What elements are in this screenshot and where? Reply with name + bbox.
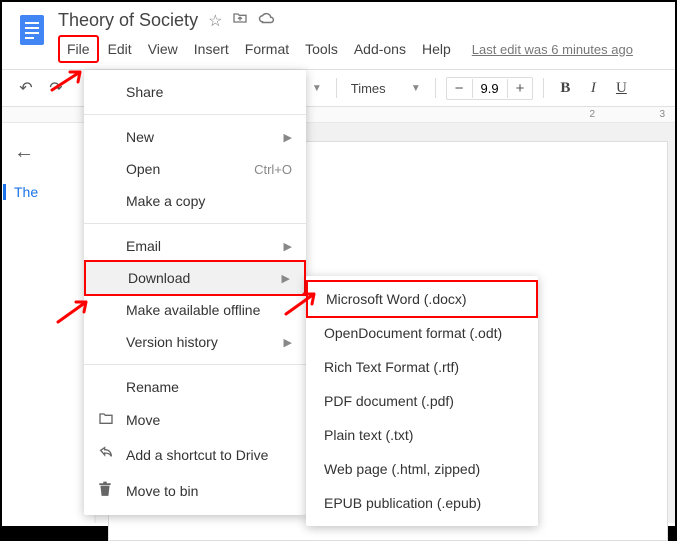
font-size-decrease[interactable]: − <box>447 78 472 99</box>
menu-divider <box>84 364 306 365</box>
menu-download[interactable]: Download▶ <box>84 260 306 296</box>
menu-divider <box>84 114 306 115</box>
annotation-arrow-icon <box>56 298 92 324</box>
download-rtf[interactable]: Rich Text Format (.rtf) <box>306 350 538 384</box>
download-epub[interactable]: EPUB publication (.epub) <box>306 486 538 520</box>
menu-divider <box>84 223 306 224</box>
menu-add-shortcut[interactable]: Add a shortcut to Drive <box>84 437 306 473</box>
google-docs-app: Theory of Society ☆ File Edit View Inser… <box>2 2 675 526</box>
download-pdf[interactable]: PDF document (.pdf) <box>306 384 538 418</box>
annotation-arrow-icon <box>284 290 320 316</box>
menubar: File Edit View Insert Format Tools Add-o… <box>58 35 663 63</box>
docs-logo-icon[interactable] <box>14 12 50 48</box>
title-row: Theory of Society ☆ <box>58 10 663 31</box>
file-dropdown-menu: Share New▶ OpenCtrl+O Make a copy Email▶… <box>84 70 306 515</box>
document-title[interactable]: Theory of Society <box>58 10 198 31</box>
menu-move[interactable]: Move <box>84 403 306 437</box>
menu-share[interactable]: Share <box>84 76 306 108</box>
header: Theory of Society ☆ File Edit View Inser… <box>2 2 675 63</box>
italic-button[interactable]: I <box>582 80 604 97</box>
menu-open[interactable]: OpenCtrl+O <box>84 153 306 185</box>
download-submenu: Microsoft Word (.docx) OpenDocument form… <box>306 276 538 526</box>
menu-format[interactable]: Format <box>238 37 296 61</box>
font-family-select[interactable]: Times▼ <box>347 79 425 98</box>
menu-new[interactable]: New▶ <box>84 121 306 153</box>
download-html[interactable]: Web page (.html, zipped) <box>306 452 538 486</box>
undo-button[interactable]: ↶ <box>14 76 38 100</box>
menu-view[interactable]: View <box>141 37 185 61</box>
menu-rename[interactable]: Rename <box>84 371 306 403</box>
menu-file[interactable]: File <box>58 35 99 63</box>
download-txt[interactable]: Plain text (.txt) <box>306 418 538 452</box>
last-edit-link[interactable]: Last edit was 6 minutes ago <box>472 42 633 57</box>
download-odt[interactable]: OpenDocument format (.odt) <box>306 316 538 350</box>
menu-offline[interactable]: Make available offline <box>84 294 306 326</box>
menu-help[interactable]: Help <box>415 37 458 61</box>
move-folder-icon[interactable] <box>232 10 248 31</box>
outline-heading[interactable]: The <box>3 184 81 200</box>
star-icon[interactable]: ☆ <box>208 11 222 31</box>
menu-addons[interactable]: Add-ons <box>347 37 413 61</box>
menu-email[interactable]: Email▶ <box>84 230 306 262</box>
menu-make-copy[interactable]: Make a copy <box>84 185 306 217</box>
menu-version-history[interactable]: Version history▶ <box>84 326 306 358</box>
menu-tools[interactable]: Tools <box>298 37 345 61</box>
download-docx[interactable]: Microsoft Word (.docx) <box>306 280 538 318</box>
cloud-status-icon[interactable] <box>258 11 276 30</box>
underline-button[interactable]: U <box>610 80 632 97</box>
menu-edit[interactable]: Edit <box>101 37 139 61</box>
font-size-increase[interactable]: + <box>508 78 533 99</box>
bold-button[interactable]: B <box>554 80 576 97</box>
outline-back-icon[interactable]: ← <box>14 141 81 164</box>
font-size-value[interactable]: 9.9 <box>472 79 508 98</box>
menu-insert[interactable]: Insert <box>187 37 236 61</box>
annotation-arrow-icon <box>50 66 86 92</box>
font-size-stepper[interactable]: − 9.9 + <box>446 77 534 100</box>
menu-move-to-bin[interactable]: Move to bin <box>84 473 306 509</box>
